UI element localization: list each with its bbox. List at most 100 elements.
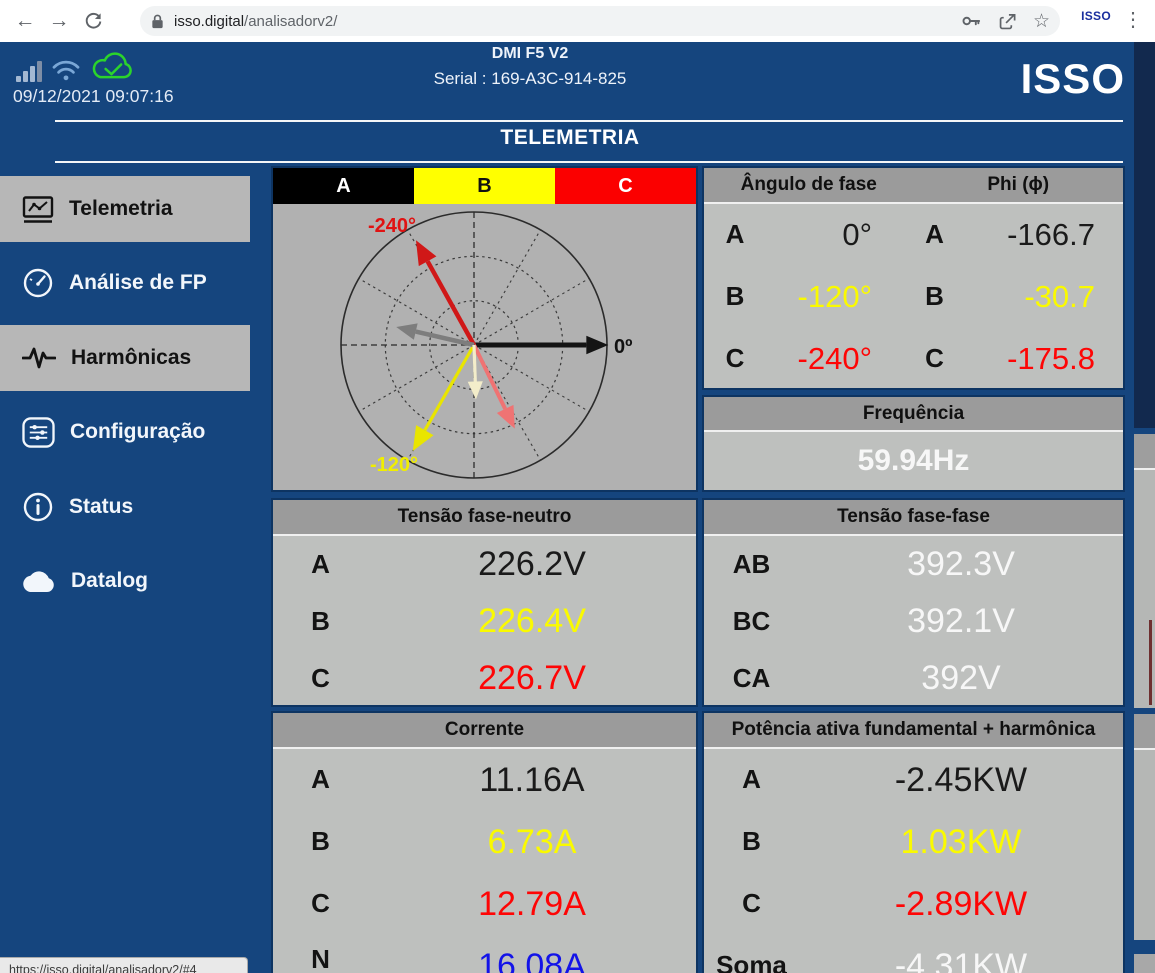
active-power-panel: Potência ativa fundamental + harmônica A… bbox=[704, 713, 1123, 973]
row-label: A bbox=[311, 551, 330, 578]
sidebar-item-status[interactable]: Status bbox=[0, 474, 250, 540]
back-button[interactable]: ← bbox=[8, 4, 42, 38]
power-table: A-2.45KWB1.03KWC-2.89KWSoma-4.31KW bbox=[704, 749, 1123, 973]
browser-profile-badge[interactable]: ISSO bbox=[1081, 9, 1111, 23]
wifi-icon bbox=[51, 58, 81, 82]
panel-title-phi: Phi (ϕ) bbox=[914, 174, 1124, 196]
row-label: B bbox=[925, 283, 944, 310]
angle-label-zero: 0º bbox=[614, 336, 632, 358]
phi-value: -30.7 bbox=[1024, 279, 1095, 315]
sidebar-item-label: Análise de FP bbox=[69, 271, 207, 295]
device-serial: Serial : 169-A3C-914-825 bbox=[434, 69, 627, 89]
row-label: A bbox=[726, 221, 745, 248]
table-row: Soma -4.31KW bbox=[704, 935, 1123, 973]
table-row: A0°A-166.7 bbox=[704, 204, 1123, 266]
address-bar[interactable]: isso.digital/analisadorv2/ ☆ bbox=[140, 6, 1060, 36]
legend-phase-c: C bbox=[555, 168, 696, 204]
row-label: A bbox=[925, 221, 944, 248]
row-value: 392.3V bbox=[907, 545, 1015, 584]
voltage-ln-table: A 226.2V B226.4VC226.7V bbox=[273, 536, 696, 707]
row-value: 16.08A bbox=[478, 947, 586, 973]
device-model: DMI F5 V2 bbox=[434, 45, 627, 63]
table-row: AB 392.3V bbox=[704, 536, 1123, 593]
table-row: B1.03KW bbox=[704, 811, 1123, 873]
sidebar-item-datalog[interactable]: Datalog bbox=[0, 548, 250, 614]
phase-angle-panel: Ângulo de fase Phi (ϕ) A0°A-166.7B-120°B… bbox=[704, 168, 1123, 388]
row-label: AB bbox=[733, 551, 771, 578]
row-value: 11.16A bbox=[479, 761, 584, 800]
forward-button[interactable]: → bbox=[42, 4, 76, 38]
table-row: C226.7V bbox=[273, 650, 696, 707]
row-value: -2.89KW bbox=[895, 885, 1027, 924]
row-label: Soma bbox=[716, 952, 787, 973]
sliders-icon bbox=[22, 417, 55, 448]
current-a-arrowhead bbox=[396, 323, 417, 339]
sidebar-item-harmonicas[interactable]: Harmônicas bbox=[0, 325, 250, 391]
row-value: -4.31KW bbox=[895, 947, 1027, 973]
reload-button[interactable] bbox=[76, 4, 110, 38]
password-key-icon[interactable] bbox=[961, 12, 982, 30]
table-row: CA392V bbox=[704, 650, 1123, 707]
panel-title-voltage-ln: Tensão fase-neutro bbox=[273, 500, 696, 536]
cloud-check-icon bbox=[90, 50, 136, 82]
phasor-panel: A B C 0º -240° -120° bbox=[273, 168, 696, 490]
sidebar-item-configuracao[interactable]: Configuração bbox=[0, 399, 250, 465]
frequency-value: 59.94Hz bbox=[704, 432, 1123, 489]
row-value: 1.03KW bbox=[901, 823, 1022, 862]
voltage-c-vector bbox=[428, 261, 474, 345]
sidebar-item-label: Telemetria bbox=[69, 197, 173, 221]
row-label: C bbox=[311, 890, 330, 917]
row-label: B bbox=[726, 283, 745, 310]
table-row: B6.73A bbox=[273, 811, 696, 873]
row-label: B bbox=[311, 828, 330, 855]
title-divider bbox=[55, 161, 1123, 163]
table-row: A-2.45KW bbox=[704, 749, 1123, 811]
bookmark-star-icon[interactable]: ☆ bbox=[1033, 12, 1050, 31]
sidebar-item-label: Status bbox=[69, 495, 133, 519]
legend-phase-b: B bbox=[414, 168, 555, 204]
panel-title-frequency: Frequência bbox=[704, 397, 1123, 432]
row-value: 226.2V bbox=[478, 545, 586, 584]
phase-angle-table: A0°A-166.7B-120°B-30.7C-240°C-175.8 bbox=[704, 204, 1123, 390]
cutoff-panel-sliver bbox=[1134, 42, 1155, 428]
gauge-icon bbox=[22, 267, 54, 299]
row-label: C bbox=[726, 345, 745, 372]
page-title: TELEMETRIA bbox=[0, 126, 1140, 150]
browser-toolbar: ← → isso.digital/analisadorv2/ bbox=[0, 0, 1155, 43]
table-row: B226.4V bbox=[273, 593, 696, 650]
table-row: A 226.2V bbox=[273, 536, 696, 593]
legend-phase-a: A bbox=[273, 168, 414, 204]
phase-legend: A B C bbox=[273, 168, 696, 204]
status-link-tooltip: https://isso.digital/analisadorv2/#4 bbox=[0, 957, 248, 973]
table-row: A11.16A bbox=[273, 749, 696, 811]
table-row: BC392.1V bbox=[704, 593, 1123, 650]
device-datetime: 09/12/2021 09:07:16 bbox=[13, 86, 174, 107]
voltage-b-arrowhead bbox=[413, 425, 434, 451]
row-label: B bbox=[311, 608, 330, 635]
panel-title-current: Corrente bbox=[273, 713, 696, 749]
telemetry-icon bbox=[22, 195, 54, 224]
isso-logo: ISSO bbox=[1021, 55, 1125, 103]
row-value: 392.1V bbox=[907, 602, 1015, 641]
browser-menu-icon[interactable]: ⋮ bbox=[1123, 7, 1143, 32]
share-icon[interactable] bbox=[998, 12, 1017, 31]
url-host: isso.digital bbox=[174, 13, 244, 30]
row-label: A bbox=[742, 766, 761, 793]
angle-label-minus-120: -120° bbox=[370, 454, 418, 476]
app-header: 09/12/2021 09:07:16 DMI F5 V2 Serial : 1… bbox=[0, 42, 1155, 125]
voltage-a-arrowhead bbox=[586, 336, 608, 354]
sidebar-item-telemetria[interactable]: Telemetria bbox=[0, 176, 250, 242]
row-label: C bbox=[925, 345, 944, 372]
app-window: ← → isso.digital/analisadorv2/ bbox=[0, 0, 1155, 973]
row-value: 392V bbox=[921, 659, 1000, 698]
sidebar-item-label: Configuração bbox=[70, 420, 205, 444]
waveform-icon bbox=[22, 342, 56, 374]
sidebar-item-label: Datalog bbox=[71, 569, 148, 593]
row-value: 226.7V bbox=[478, 659, 586, 698]
angle-value: -120° bbox=[798, 279, 872, 315]
lock-icon bbox=[150, 13, 165, 30]
current-panel: Corrente A11.16AB6.73AC12.79ANCalculado1… bbox=[273, 713, 696, 973]
sidebar-item-analise-de-fp[interactable]: Análise de FP bbox=[0, 250, 250, 316]
table-row: NCalculado16.08A bbox=[273, 935, 696, 973]
cutoff-panel-sliver bbox=[1134, 714, 1155, 940]
